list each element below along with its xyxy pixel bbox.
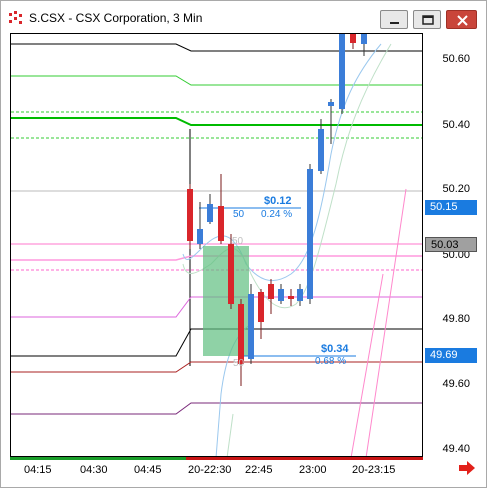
upper-count-label: 50	[233, 209, 245, 220]
cursor-price-badge: 50.03	[425, 237, 477, 252]
candle	[187, 189, 193, 241]
candle	[328, 102, 334, 106]
time-tick: 23:00	[299, 464, 327, 476]
candle	[197, 229, 203, 244]
last-price-badge: 50.15	[425, 200, 477, 215]
candle	[238, 304, 244, 364]
minimize-icon	[390, 22, 399, 24]
candle	[268, 284, 274, 299]
candle	[207, 204, 213, 222]
time-tick: 04:15	[24, 464, 52, 476]
candle	[350, 34, 356, 43]
candle	[278, 289, 284, 301]
candle	[258, 292, 264, 322]
time-tick: 20-22:30	[188, 464, 232, 476]
chart-window: S.CSX - CSX Corporation, 3 Min $0.12 50 …	[0, 0, 487, 488]
price-tick: 49.40	[442, 443, 470, 455]
minimize-button[interactable]	[380, 10, 408, 29]
ghost-upper-label: 50	[232, 236, 244, 247]
maximize-button[interactable]	[413, 10, 441, 29]
upper-diff-value: $0.12	[264, 195, 292, 207]
time-tick: 20-23:15	[352, 464, 396, 476]
price-tick: 50.60	[442, 53, 470, 65]
chart-app-icon	[9, 11, 22, 24]
price-chart[interactable]: $0.12 50 0.24 % 50 $0.34 0.68 % 50	[10, 33, 423, 457]
price-axis[interactable]: 50.60 50.40 50.20 50.00 49.80 49.60 49.4…	[424, 33, 480, 457]
candle	[361, 34, 367, 44]
maximize-icon	[422, 15, 434, 25]
chart-canvas[interactable]: $0.12 50 0.24 % 50 $0.34 0.68 % 50	[11, 34, 423, 457]
session-strip	[10, 457, 423, 460]
time-axis[interactable]: 04:15 04:30 04:45 20-22:30 22:45 23:00 2…	[10, 457, 423, 479]
time-tick: 04:30	[80, 464, 108, 476]
price-tick: 49.80	[442, 313, 470, 325]
price-tick: 50.40	[442, 119, 470, 131]
candle	[228, 244, 234, 304]
envelope-lines	[11, 43, 422, 415]
time-tick: 22:45	[245, 464, 273, 476]
upper-pct-label: 0.24 %	[261, 209, 292, 220]
time-tick: 04:45	[134, 464, 162, 476]
lower-diff-value: $0.34	[321, 343, 349, 355]
title-bar[interactable]: S.CSX - CSX Corporation, 3 Min	[1, 1, 486, 33]
window-title: S.CSX - CSX Corporation, 3 Min	[29, 11, 203, 25]
scroll-right-arrow-icon[interactable]	[457, 459, 477, 477]
candle	[307, 169, 313, 299]
candle	[339, 34, 345, 109]
candle	[248, 294, 254, 359]
candle	[297, 289, 303, 301]
candle	[218, 206, 224, 241]
ghost-lower-label: 50	[233, 358, 245, 369]
marker-price-badge: 49.69	[425, 348, 477, 363]
close-icon	[457, 15, 468, 26]
close-button[interactable]	[446, 10, 477, 29]
price-tick: 49.60	[442, 378, 470, 390]
price-tick: 50.20	[442, 183, 470, 195]
lower-pct-label: 0.68 %	[315, 356, 346, 367]
candle	[288, 296, 294, 299]
candle	[318, 129, 324, 171]
